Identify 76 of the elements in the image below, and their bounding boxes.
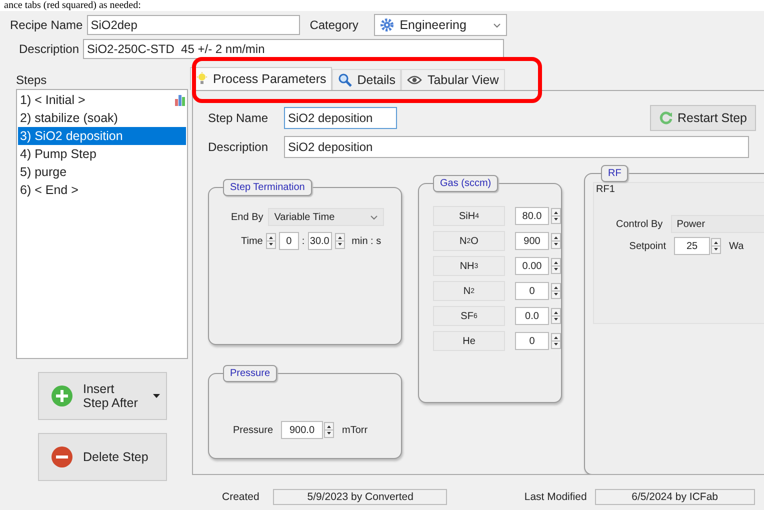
eye-icon (407, 75, 422, 85)
step-item[interactable]: 1) < Initial > (18, 91, 186, 109)
gear-icon (380, 18, 394, 32)
step-name-field[interactable]: SiO2 deposition (284, 107, 397, 129)
step-description-label: Description (208, 140, 270, 154)
end-by-dropdown[interactable]: Variable Time (268, 208, 384, 226)
gas-name: He (433, 331, 505, 351)
tab[interactable]: Tabular View (401, 69, 505, 90)
category-dropdown[interactable]: Engineering (374, 14, 507, 36)
control-by-label: Control By (616, 218, 663, 230)
recipe-description-field[interactable]: SiO2-250C-STD 45 +/- 2 nm/min (83, 39, 504, 59)
setpoint-field[interactable]: 25 (674, 237, 710, 255)
group-title: Step Termination (223, 179, 312, 196)
created-label: Created (222, 491, 260, 503)
spinner-icon[interactable] (551, 233, 561, 249)
pressure-label: Pressure (233, 424, 274, 436)
recipe-name-field[interactable]: SiO2dep (86, 15, 300, 35)
setpoint-label: Setpoint (628, 240, 666, 252)
group-title: Gas (sccm) (433, 175, 498, 192)
spinner-icon[interactable] (551, 308, 561, 324)
spinner-icon[interactable] (334, 233, 345, 249)
chevron-icon (492, 22, 501, 28)
end-by-label: End By (231, 212, 264, 222)
step-item[interactable]: 6) < End > (18, 181, 186, 199)
step-description-field[interactable]: SiO2 deposition (284, 136, 749, 158)
tab[interactable]: Details (332, 69, 402, 90)
group-title: Pressure (223, 365, 278, 382)
description-label: Description (18, 42, 80, 56)
pressure-unit: mTorr (342, 424, 368, 436)
category-label: Category (310, 18, 360, 32)
gas-flow-field[interactable]: 80.0 (515, 207, 549, 225)
spinner-icon[interactable] (324, 422, 334, 438)
lightbulb-icon (196, 72, 208, 86)
rf1-label: RF1 (595, 183, 616, 195)
bar-chart-icon (174, 94, 186, 106)
group-title: RF (601, 165, 628, 182)
spinner-icon[interactable] (266, 233, 276, 249)
step-name-label: Step Name (208, 111, 270, 125)
minus-icon (51, 446, 73, 468)
pressure-field[interactable]: 900.0 (281, 421, 324, 439)
recipe-name-label: Recipe Name (10, 18, 83, 32)
gas-flow-field[interactable]: 0 (515, 282, 549, 300)
time-label: Time (241, 236, 263, 246)
delete-step-button[interactable]: Delete Step (38, 433, 167, 481)
control-by-dropdown[interactable]: Power (670, 215, 764, 233)
spinner-icon[interactable] (551, 258, 561, 274)
step-item[interactable]: 3) SiO2 deposition (18, 127, 186, 145)
last-modified-field: 6/5/2024 by ICFab (594, 489, 755, 505)
gas-flow-field[interactable]: 0.00 (515, 257, 549, 275)
minutes-field[interactable]: 0 (278, 232, 299, 250)
search-icon (338, 73, 352, 87)
step-item[interactable]: 5) purge (18, 163, 186, 181)
refresh-icon (658, 111, 673, 125)
tab[interactable]: Process Parameters (190, 67, 332, 90)
gas-flow-field[interactable]: 0.0 (515, 307, 549, 325)
steps-label: Steps (16, 72, 48, 89)
gas-flow-field[interactable]: 900 (515, 232, 549, 250)
spinner-icon[interactable] (711, 238, 721, 254)
step-item[interactable]: 2) stabilize (soak) (18, 109, 186, 127)
last-modified-label: Last Modified (524, 491, 587, 503)
restart-step-button[interactable]: Restart Step (650, 105, 756, 131)
spinner-icon[interactable] (551, 283, 561, 299)
caret-icon (153, 394, 160, 398)
gas-flow-field[interactable]: 0 (515, 332, 549, 350)
spinner-icon[interactable] (551, 333, 561, 349)
insert-step-button[interactable]: Insert Step After (38, 372, 167, 420)
time-separator: : (302, 236, 305, 246)
document-caption: ance tabs (red squared) as needed: (0, 0, 764, 11)
setpoint-unit: Wa (729, 240, 744, 252)
created-field: 5/9/2023 by Converted (273, 489, 448, 505)
chevron-icon (370, 214, 378, 220)
plus-icon (51, 385, 73, 407)
step-item[interactable]: 4) Pump Step (18, 145, 186, 163)
seconds-field[interactable]: 30.0 (308, 232, 332, 250)
spinner-icon[interactable] (551, 208, 561, 224)
time-unit: min : s (352, 236, 382, 246)
